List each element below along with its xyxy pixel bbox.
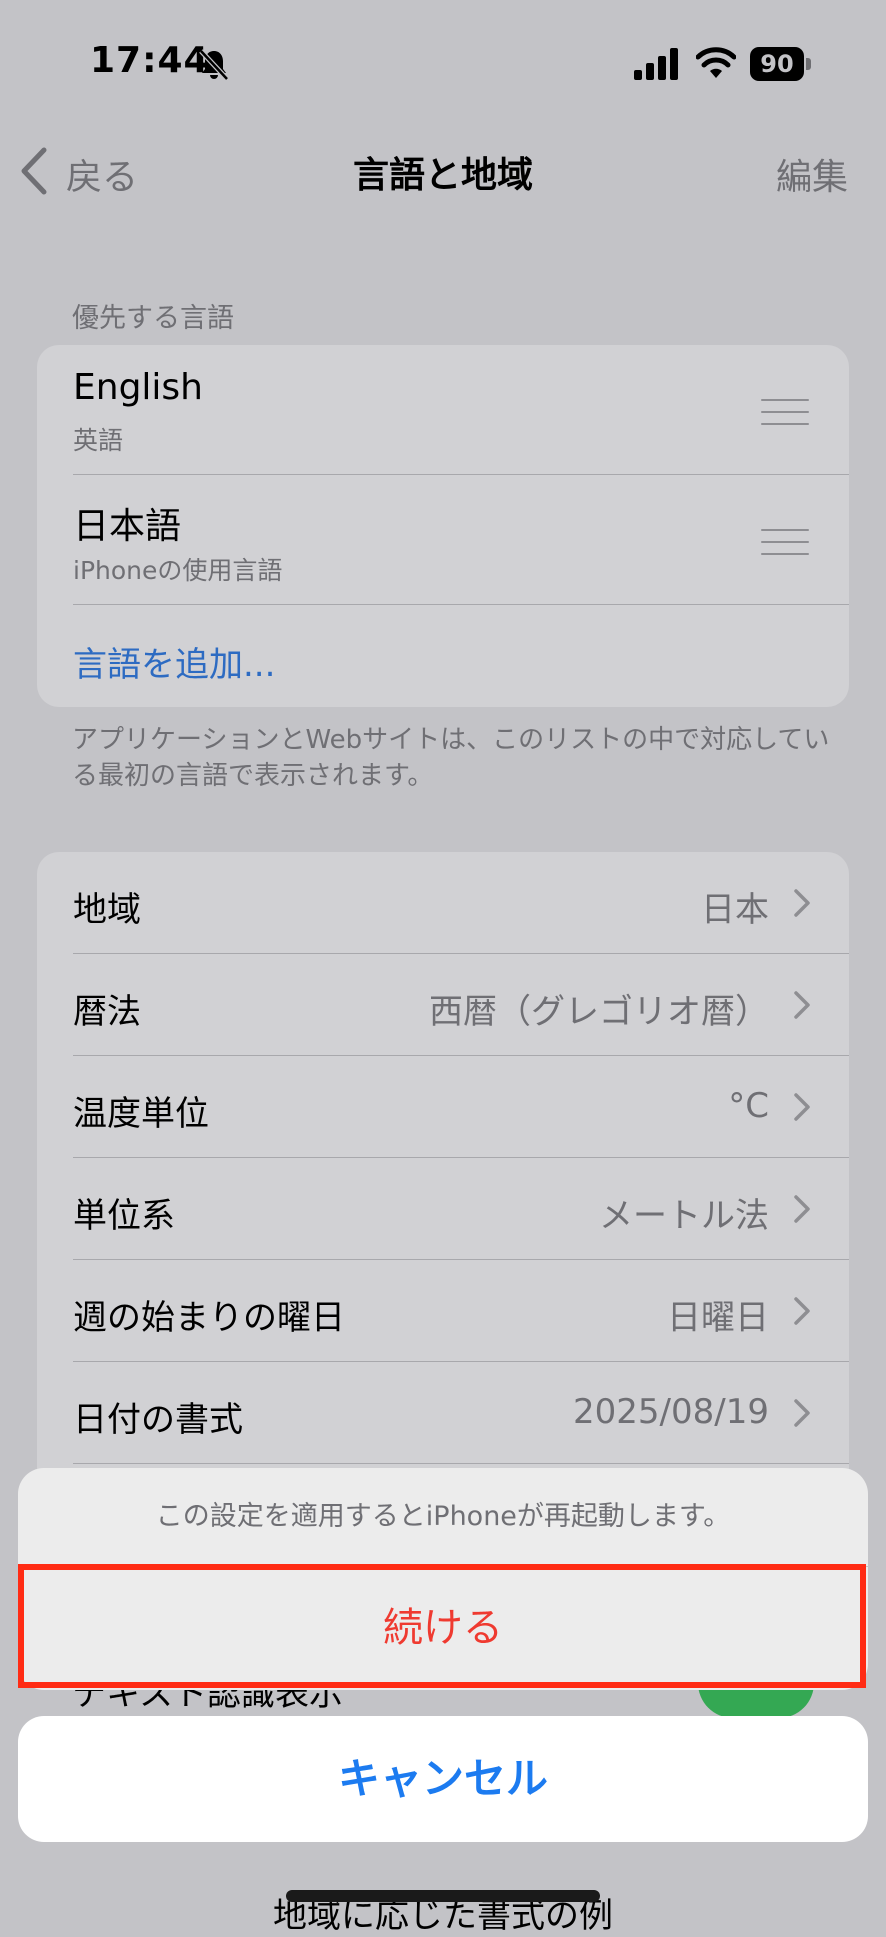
reorder-handle-icon[interactable] <box>761 399 809 425</box>
battery-icon: 90 <box>750 47 812 81</box>
settings-value: °C <box>728 1086 769 1126</box>
settings-label: 温度単位 <box>73 1094 209 1134</box>
edit-button[interactable]: 編集 <box>776 148 848 200</box>
wifi-icon <box>696 47 736 78</box>
settings-value: 日本 <box>701 890 769 930</box>
settings-label: 地域 <box>73 890 141 930</box>
settings-label: 単位系 <box>73 1196 175 1236</box>
language-row-japanese[interactable]: 日本語 iPhoneの使用言語 <box>37 475 849 605</box>
chevron-right-icon <box>794 1195 810 1223</box>
chevron-right-icon <box>794 1093 810 1121</box>
chevron-right-icon <box>794 1297 810 1325</box>
language-name: 日本語 <box>73 506 182 547</box>
language-subtitle: iPhoneの使用言語 <box>73 556 283 585</box>
home-indicator <box>286 1890 600 1902</box>
highlight-box <box>18 1564 866 1688</box>
settings-label: 週の始まりの曜日 <box>73 1298 345 1338</box>
cancel-button[interactable]: キャンセル <box>18 1716 868 1842</box>
page-title: 言語と地域 <box>352 155 533 196</box>
language-row-english[interactable]: English 英語 <box>37 345 849 475</box>
add-language-link[interactable]: 言語を追加... <box>73 637 275 686</box>
settings-value: 2025/08/19 <box>573 1392 769 1432</box>
preferred-languages-group: English 英語 日本語 iPhoneの使用言語 言語を追加... <box>37 345 849 707</box>
settings-label: 暦法 <box>73 992 141 1032</box>
region-settings-group: 地域 日本 暦法 西暦（グレゴリオ暦） 温度単位 °C 単位系 メートル法 週の… <box>37 852 849 1492</box>
settings-row-date-format[interactable]: 日付の書式 2025/08/19 <box>37 1362 849 1463</box>
battery-level: 90 <box>750 47 804 81</box>
settings-label: 日付の書式 <box>73 1400 243 1440</box>
settings-value: 西暦（グレゴリオ暦） <box>429 992 769 1032</box>
section-header-preferred-languages: 優先する言語 <box>72 303 234 334</box>
status-time: 17:44 <box>90 40 210 81</box>
preferred-languages-note: アプリケーションとWebサイトは、このリストの中で対応している最初の言語で表示さ… <box>72 725 830 791</box>
settings-row-temperature[interactable]: 温度単位 °C <box>37 1056 849 1157</box>
settings-row-first-weekday[interactable]: 週の始まりの曜日 日曜日 <box>37 1260 849 1361</box>
reorder-handle-icon[interactable] <box>761 529 809 555</box>
action-sheet-message: この設定を適用するとiPhoneが再起動します。 <box>155 1501 731 1532</box>
chevron-right-icon <box>794 991 810 1019</box>
cellular-signal-icon <box>634 48 678 80</box>
settings-row-calendar[interactable]: 暦法 西暦（グレゴリオ暦） <box>37 954 849 1055</box>
settings-row-region[interactable]: 地域 日本 <box>37 852 849 953</box>
settings-value: 日曜日 <box>667 1298 769 1338</box>
chevron-right-icon <box>794 889 810 917</box>
language-subtitle: 英語 <box>73 426 124 455</box>
settings-value: メートル法 <box>599 1196 769 1236</box>
chevron-right-icon <box>794 1399 810 1427</box>
settings-row-measurement[interactable]: 単位系 メートル法 <box>37 1158 849 1259</box>
language-name: English <box>73 367 203 408</box>
bell-slash-icon <box>199 49 229 81</box>
